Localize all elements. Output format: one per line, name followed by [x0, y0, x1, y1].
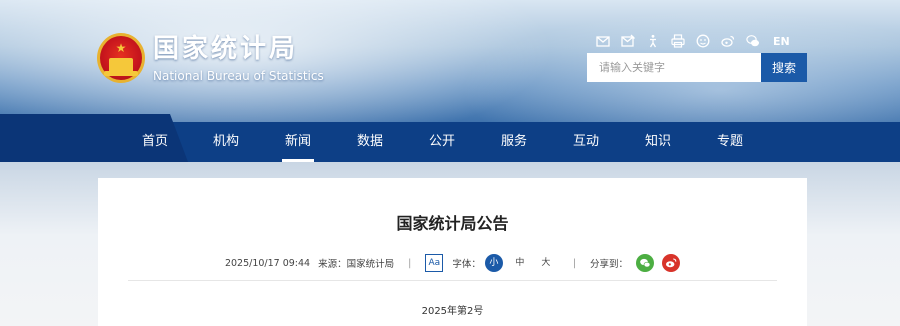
search-input[interactable]	[587, 53, 761, 82]
nav-item-home[interactable]: 首页	[132, 122, 178, 162]
nav-item-interaction[interactable]: 互动	[563, 122, 609, 162]
site-logo[interactable]: ★ 国家统计局 National Bureau of Statistics	[97, 33, 324, 84]
content-divider	[128, 280, 777, 281]
mail-icon[interactable]	[596, 34, 610, 48]
site-name-cn: 国家统计局	[153, 34, 299, 64]
meta-divider: |	[572, 257, 577, 269]
article-meta: 2025/10/17 09:44 来源：国家统计局 | Aa 字体： 小 中 大…	[98, 252, 807, 274]
article-title: 国家统计局公告	[396, 214, 509, 233]
weibo-icon[interactable]	[721, 34, 735, 48]
font-size-small[interactable]: 小	[484, 254, 503, 272]
font-toggle-button[interactable]: Aa	[425, 254, 444, 272]
search-button[interactable]: 搜索	[761, 53, 807, 82]
language-switch-en[interactable]: EN	[773, 35, 790, 48]
nav-item-services[interactable]: 服务	[491, 122, 537, 162]
nav-item-topics[interactable]: 专题	[707, 122, 753, 162]
article-container: 国家统计局公告 2025/10/17 09:44 来源：国家统计局 | Aa 字…	[98, 178, 807, 326]
meta-divider: |	[408, 257, 412, 269]
publish-date: 2025/10/17 09:44	[224, 257, 311, 269]
print-icon[interactable]	[671, 34, 685, 48]
search-bar: 搜索	[587, 53, 807, 82]
document-number: 2025年第2号	[421, 306, 484, 317]
share-label: 分享到：	[590, 259, 629, 270]
font-size-label: 字体：	[452, 259, 481, 270]
main-nav: 首页 机构 新闻 数据 公开 服务 互动 知识 专题	[0, 122, 900, 162]
nav-item-news[interactable]: 新闻	[275, 122, 321, 162]
national-emblem-icon: ★	[97, 33, 145, 83]
accessibility-icon[interactable]	[646, 34, 660, 48]
elderly-icon[interactable]	[696, 34, 710, 48]
site-name-en: National Bureau of Statistics	[153, 69, 324, 83]
mail-edit-icon[interactable]	[621, 34, 635, 48]
share-wechat-icon[interactable]	[636, 254, 655, 272]
wechat-icon[interactable]	[746, 34, 760, 48]
nav-item-organization[interactable]: 机构	[203, 122, 249, 162]
nav-item-knowledge[interactable]: 知识	[635, 122, 681, 162]
utility-toolbar: EN	[596, 34, 790, 48]
font-size-medium[interactable]: 中	[511, 254, 529, 272]
nav-item-data[interactable]: 数据	[347, 122, 393, 162]
nav-item-disclosure[interactable]: 公开	[419, 122, 465, 162]
share-weibo-icon[interactable]	[662, 254, 681, 272]
font-size-large[interactable]: 大	[537, 254, 555, 272]
article-source: 来源：国家统计局	[318, 259, 395, 270]
